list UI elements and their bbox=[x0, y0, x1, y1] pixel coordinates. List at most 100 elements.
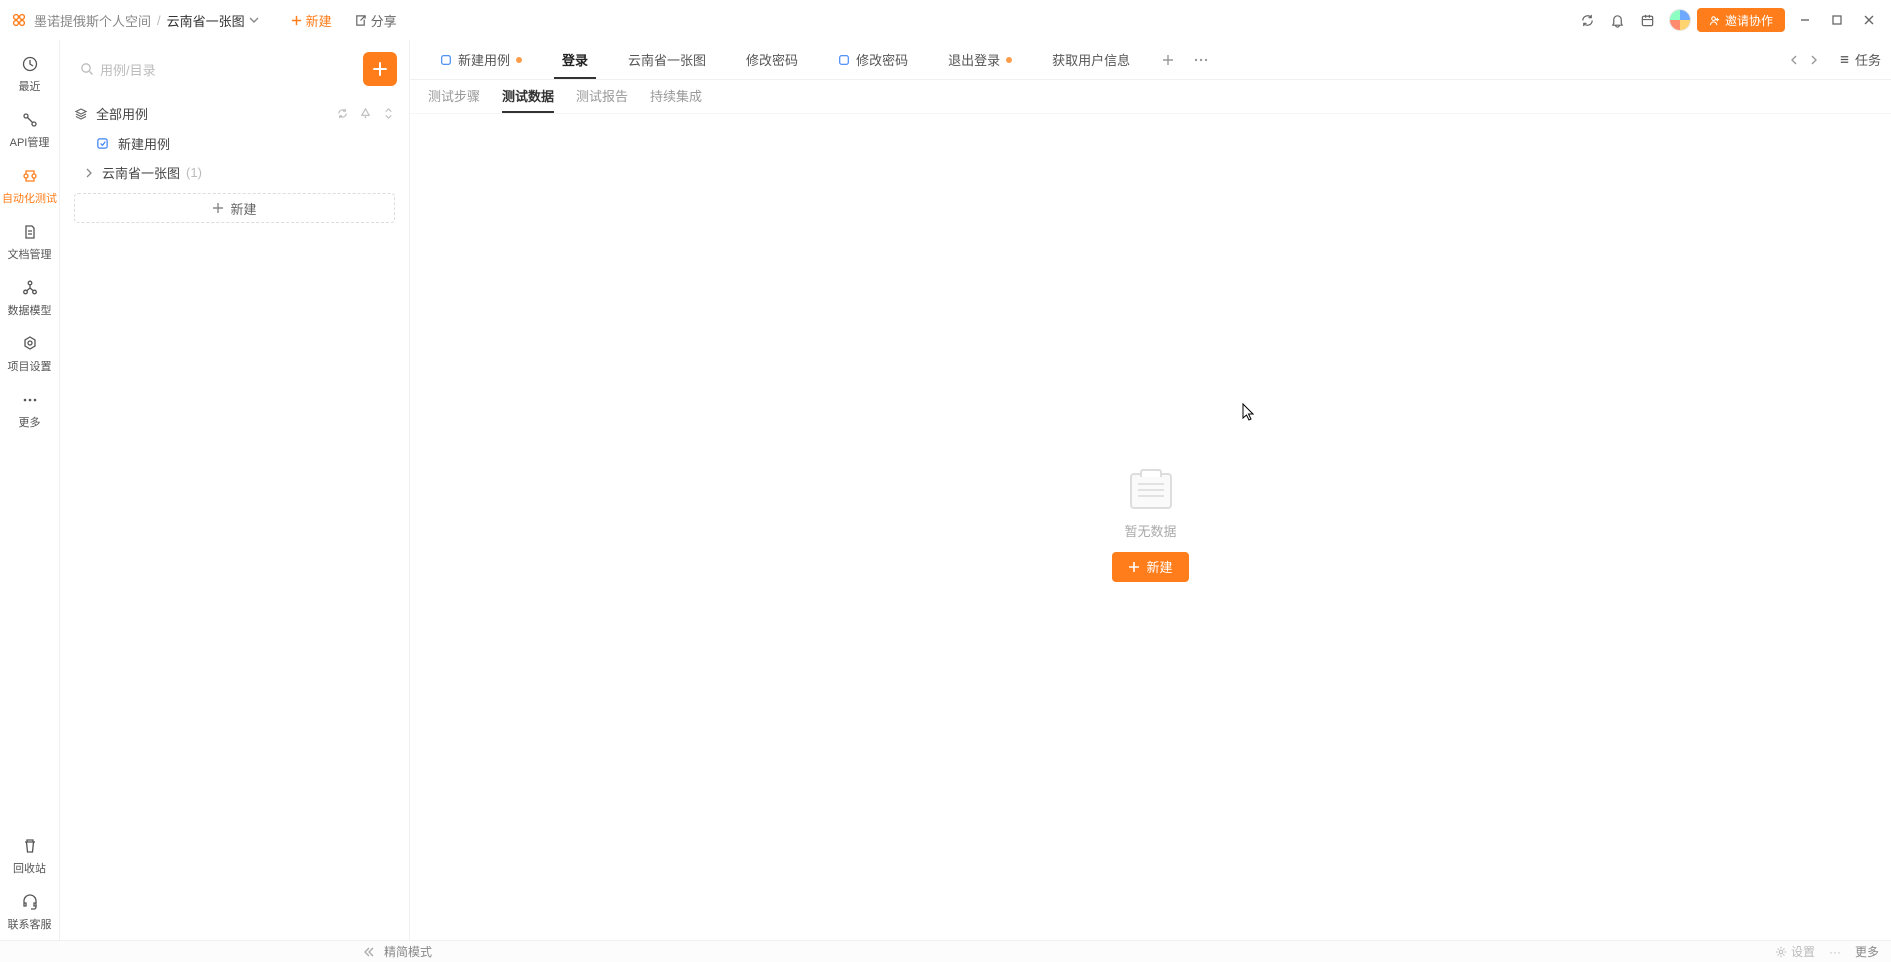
footer-settings-label: 设置 bbox=[1791, 943, 1815, 960]
person-plus-icon bbox=[1709, 15, 1720, 26]
stack-icon bbox=[74, 107, 88, 121]
unsaved-dot-icon bbox=[516, 57, 522, 63]
headset-icon bbox=[20, 892, 40, 912]
plus-icon bbox=[212, 202, 224, 214]
sync-icon[interactable] bbox=[1575, 7, 1601, 33]
rail-schema[interactable]: 数据模型 bbox=[0, 270, 59, 326]
sidebar-new-button[interactable]: 新建 bbox=[74, 193, 395, 223]
subtab-ci[interactable]: 持续集成 bbox=[650, 86, 702, 113]
tab-newcase[interactable]: 新建用例 bbox=[420, 40, 542, 79]
window-minimize-icon[interactable] bbox=[1793, 14, 1817, 26]
tab-userinfo[interactable]: 获取用户信息 bbox=[1032, 40, 1150, 79]
footer-mode[interactable]: 精简模式 bbox=[384, 943, 432, 960]
subtab-data[interactable]: 测试数据 bbox=[502, 86, 554, 113]
clock-icon bbox=[20, 54, 40, 74]
sidebar-all-cases[interactable]: 全部用例 bbox=[60, 98, 409, 129]
breadcrumb-workspace[interactable]: 墨诺提俄斯个人空间 bbox=[34, 11, 151, 30]
empty-icon bbox=[1130, 473, 1172, 509]
sidebar-folder1-count: (1) bbox=[186, 165, 202, 180]
window-maximize-icon[interactable] bbox=[1825, 14, 1849, 26]
sort-icon[interactable] bbox=[382, 107, 395, 120]
tab4-label: 修改密码 bbox=[856, 50, 908, 69]
footer-more[interactable]: 更多 bbox=[1855, 943, 1879, 960]
sidebar-item-newcase[interactable]: 新建用例 bbox=[60, 129, 409, 158]
project-dropdown-icon[interactable] bbox=[249, 15, 259, 25]
search-icon bbox=[80, 62, 94, 76]
bell-icon[interactable] bbox=[1605, 7, 1631, 33]
sidebar-folder1-label: 云南省一张图 bbox=[102, 163, 180, 182]
sidebar-add-button[interactable] bbox=[363, 52, 397, 86]
tab-login[interactable]: 登录 bbox=[542, 40, 608, 79]
calendar-icon[interactable] bbox=[1635, 7, 1661, 33]
rail-trash[interactable]: 回收站 bbox=[0, 828, 59, 884]
header-new-label: 新建 bbox=[306, 11, 332, 30]
chevron-right-icon bbox=[84, 168, 98, 178]
status-bar: 精简模式 设置 ··· 更多 bbox=[0, 940, 1891, 962]
sidebar: 用例/目录 全部用例 新建用例 云南省一张图 (1) bbox=[60, 40, 410, 940]
testcase-icon bbox=[838, 54, 850, 66]
rail-api[interactable]: API管理 bbox=[0, 102, 59, 158]
tab6-label: 获取用户信息 bbox=[1052, 50, 1130, 69]
tab-yunnan[interactable]: 云南省一张图 bbox=[608, 40, 726, 79]
rail-more-label: 更多 bbox=[19, 414, 41, 430]
invite-label: 邀请协作 bbox=[1725, 12, 1773, 29]
app-header: 墨诺提俄斯个人空间 / 云南省一张图 新建 分享 邀请协作 bbox=[0, 0, 1891, 40]
rail-settings[interactable]: 项目设置 bbox=[0, 326, 59, 382]
rail-support[interactable]: 联系客服 bbox=[0, 884, 59, 940]
rail-autotest-label: 自动化测试 bbox=[2, 190, 57, 206]
api-icon bbox=[20, 110, 40, 130]
rail-support-label: 联系客服 bbox=[8, 916, 52, 932]
editor-tabs: 新建用例 登录 云南省一张图 修改密码 修改密码 退出登录 获取用户信息 bbox=[410, 40, 1891, 80]
sidebar-search-input[interactable]: 用例/目录 bbox=[74, 53, 353, 85]
tab-next-button[interactable] bbox=[1804, 55, 1824, 65]
breadcrumb-project[interactable]: 云南省一张图 bbox=[167, 11, 245, 30]
unsaved-dot-icon bbox=[1006, 57, 1012, 63]
subtab-report[interactable]: 测试报告 bbox=[576, 86, 628, 113]
dots-icon bbox=[20, 390, 40, 410]
empty-btn-label: 新建 bbox=[1146, 557, 1172, 576]
header-share-label: 分享 bbox=[371, 11, 397, 30]
sidebar-folder-1[interactable]: 云南省一张图 (1) bbox=[60, 158, 409, 187]
tasks-button[interactable]: 任务 bbox=[1838, 50, 1881, 69]
rail-api-label: API管理 bbox=[10, 134, 50, 150]
rail-settings-label: 项目设置 bbox=[8, 358, 52, 374]
tab-changepwd2[interactable]: 修改密码 bbox=[818, 40, 928, 79]
tab3-label: 修改密码 bbox=[746, 50, 798, 69]
plus-icon bbox=[291, 15, 302, 26]
tab-prev-button[interactable] bbox=[1784, 55, 1804, 65]
collapse-sidebar-button[interactable] bbox=[362, 947, 374, 957]
rail-schema-label: 数据模型 bbox=[8, 302, 52, 318]
rail-docs[interactable]: 文档管理 bbox=[0, 214, 59, 270]
sidebar-new-label: 新建 bbox=[230, 199, 256, 218]
sub-tabs: 测试步骤 测试数据 测试报告 持续集成 bbox=[410, 80, 1891, 114]
window-close-icon[interactable] bbox=[1857, 14, 1881, 26]
refresh-icon[interactable] bbox=[336, 107, 349, 120]
rail-recent[interactable]: 最近 bbox=[0, 46, 59, 102]
share-icon bbox=[354, 14, 367, 27]
tab-more-button[interactable] bbox=[1186, 58, 1216, 62]
tab-logout[interactable]: 退出登录 bbox=[928, 40, 1032, 79]
app-logo-icon bbox=[10, 11, 28, 29]
empty-new-button[interactable]: 新建 bbox=[1112, 552, 1188, 582]
rail-more[interactable]: 更多 bbox=[0, 382, 59, 438]
content-area: 新建用例 登录 云南省一张图 修改密码 修改密码 退出登录 获取用户信息 bbox=[410, 40, 1891, 940]
rail-recent-label: 最近 bbox=[19, 78, 41, 94]
tab0-label: 新建用例 bbox=[458, 50, 510, 69]
header-new-button[interactable]: 新建 bbox=[291, 11, 332, 30]
footer-settings[interactable]: 设置 bbox=[1775, 943, 1815, 960]
gear-hex-icon bbox=[20, 334, 40, 354]
locate-icon[interactable] bbox=[359, 107, 372, 120]
rail-trash-label: 回收站 bbox=[13, 860, 46, 876]
rail-autotest[interactable]: 自动化测试 bbox=[0, 158, 59, 214]
sidebar-newcase-label: 新建用例 bbox=[118, 134, 170, 153]
invite-collab-button[interactable]: 邀请协作 bbox=[1697, 8, 1785, 32]
left-rail: 最近 API管理 自动化测试 文档管理 数据模型 项目设置 更多 回 bbox=[0, 40, 60, 940]
empty-state: 暂无数据 新建 bbox=[410, 114, 1891, 940]
schema-icon bbox=[20, 278, 40, 298]
tab-add-button[interactable] bbox=[1154, 54, 1182, 66]
subtab-steps[interactable]: 测试步骤 bbox=[428, 86, 480, 113]
header-share-button[interactable]: 分享 bbox=[354, 11, 397, 30]
user-avatar[interactable] bbox=[1669, 9, 1691, 31]
tab-changepwd1[interactable]: 修改密码 bbox=[726, 40, 818, 79]
footer-more-dots[interactable]: ··· bbox=[1829, 945, 1841, 959]
